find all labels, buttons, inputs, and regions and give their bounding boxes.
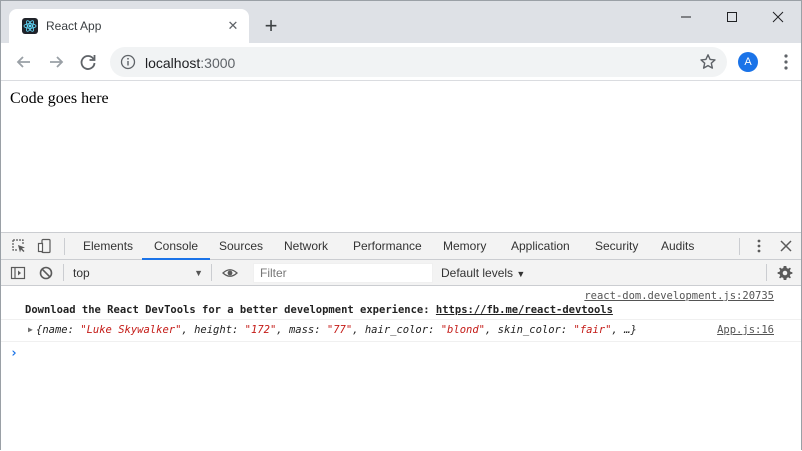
page-viewport: Code goes here	[1, 81, 801, 231]
console-message: ▶ {name: "Luke Skywalker", height: "172"…	[1, 320, 801, 342]
back-arrow-icon[interactable]	[12, 50, 36, 74]
tab-title: React App	[46, 19, 102, 33]
object-skin-color-value: fair	[579, 324, 606, 336]
inspect-element-icon[interactable]	[11, 238, 27, 254]
url-port: :3000	[200, 55, 236, 71]
devtools-panel: Elements Console Sources Network Perform…	[1, 232, 801, 451]
address-bar[interactable]: localhost:3000	[110, 47, 727, 77]
tab-console[interactable]: Console	[142, 233, 211, 260]
toolbar-divider	[63, 264, 64, 281]
close-window-button[interactable]	[763, 7, 793, 27]
dropdown-arrow-icon: ▼	[194, 268, 203, 278]
minimize-button[interactable]	[671, 7, 701, 27]
tab-audits[interactable]: Audits	[661, 233, 694, 260]
console-toolbar: top ▼ Default levels ▼	[1, 260, 801, 286]
sidebar-toggle-icon[interactable]	[10, 265, 26, 281]
object-height-value: 172	[251, 324, 270, 336]
device-toolbar-icon[interactable]	[37, 238, 53, 254]
browser-tab[interactable]: React App ✕	[9, 9, 249, 43]
dropdown-arrow-icon: ▼	[516, 269, 526, 279]
info-icon[interactable]	[120, 54, 136, 70]
logged-object[interactable]: {name: "Luke Skywalker", height: "172", …	[36, 324, 637, 336]
url-host: localhost	[145, 55, 201, 71]
toolbar-divider	[211, 264, 212, 281]
tab-security[interactable]: Security	[595, 233, 638, 260]
tab-network[interactable]: Network	[284, 233, 328, 260]
console-output: react-dom.development.js:20735 Download …	[1, 286, 801, 451]
devtools-tab-bar: Elements Console Sources Network Perform…	[1, 233, 801, 260]
expand-caret-icon[interactable]: ▶	[28, 325, 33, 334]
browser-window: React App ✕ + localhost:3000 A Code goes…	[0, 0, 802, 451]
log-levels-label: Default levels	[441, 266, 514, 280]
message-source-link[interactable]: react-dom.development.js:20735	[584, 290, 774, 302]
toolbar-divider	[766, 264, 767, 281]
toolbar-divider	[739, 238, 740, 255]
console-prompt[interactable]: ›	[10, 346, 18, 361]
browser-toolbar: localhost:3000 A	[1, 43, 801, 81]
context-value: top	[73, 266, 90, 280]
profile-avatar[interactable]: A	[738, 52, 758, 72]
console-settings-gear-icon[interactable]	[777, 265, 793, 281]
object-name-value: Luke Skywalker	[86, 324, 176, 336]
devtools-menu-icon[interactable]	[751, 238, 767, 254]
message-body: Download the React DevTools for a better…	[25, 304, 436, 316]
tab-close-icon[interactable]: ✕	[226, 19, 240, 33]
clear-console-icon[interactable]	[38, 265, 54, 281]
devtools-close-icon[interactable]	[778, 238, 794, 254]
reload-icon[interactable]	[76, 50, 100, 74]
tab-memory[interactable]: Memory	[443, 233, 486, 260]
new-tab-button[interactable]: +	[259, 14, 283, 38]
message-text: Download the React DevTools for a better…	[25, 304, 613, 316]
browser-menu-icon[interactable]	[776, 51, 796, 73]
devtools-link[interactable]: https://fb.me/react-devtools	[436, 304, 613, 316]
context-selector[interactable]: top ▼	[65, 263, 207, 283]
tab-performance[interactable]: Performance	[353, 233, 422, 260]
maximize-button[interactable]	[717, 7, 747, 27]
object-hair-color-value: blond	[447, 324, 479, 336]
url-text: localhost:3000	[145, 55, 235, 71]
console-message: react-dom.development.js:20735 Download …	[1, 286, 801, 320]
tab-strip: React App ✕ +	[1, 1, 801, 43]
forward-arrow-icon[interactable]	[44, 50, 68, 74]
tab-elements[interactable]: Elements	[83, 233, 133, 260]
live-expression-eye-icon[interactable]	[222, 265, 238, 281]
tab-sources[interactable]: Sources	[219, 233, 263, 260]
react-logo-icon	[22, 18, 38, 34]
object-mass-value: 77	[333, 324, 346, 336]
message-source-link[interactable]: App.js:16	[717, 324, 774, 336]
filter-input[interactable]	[253, 263, 433, 283]
log-levels-dropdown[interactable]: Default levels ▼	[441, 263, 525, 283]
toolbar-divider	[64, 238, 65, 255]
bookmark-star-icon[interactable]	[698, 52, 718, 72]
object-ellipsis: …	[624, 324, 631, 336]
tab-application[interactable]: Application	[511, 233, 570, 260]
page-body-text: Code goes here	[10, 90, 109, 107]
